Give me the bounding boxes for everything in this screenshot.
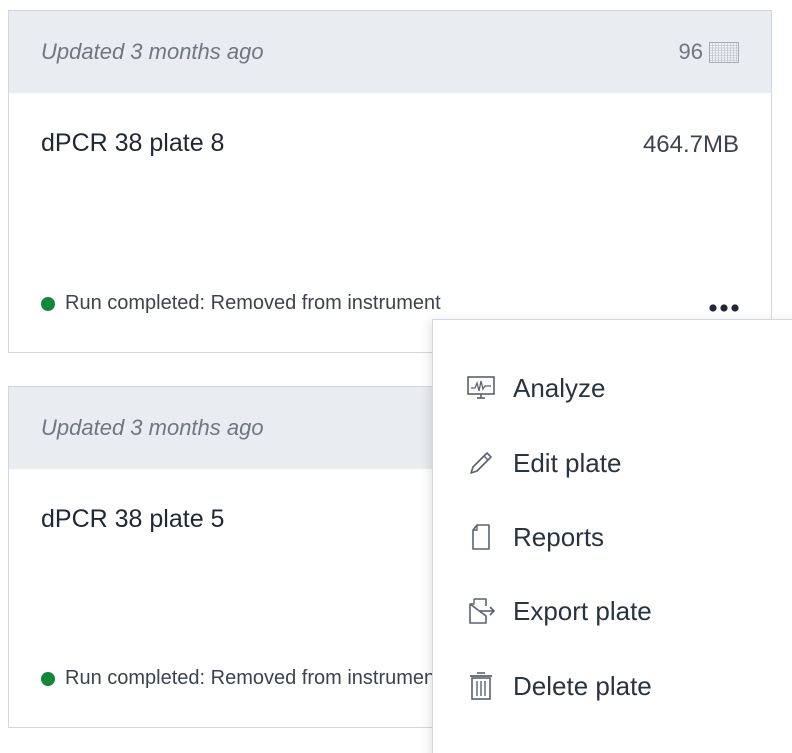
status-dot-icon xyxy=(41,671,55,686)
menu-item-label: Export plate xyxy=(513,595,652,626)
plate-name[interactable]: dPCR 38 plate 8 xyxy=(41,129,224,158)
menu-item-reports[interactable]: Reports xyxy=(465,517,604,557)
menu-item-label: Edit plate xyxy=(513,447,622,478)
updated-label: Updated 3 months ago xyxy=(41,39,264,64)
plate-card[interactable]: Updated 3 months ago 96 dPCR 38 plate 8 … xyxy=(8,10,772,353)
report-icon xyxy=(465,521,497,553)
updated-label: Updated 3 months ago xyxy=(41,415,264,440)
status-text: Run completed: Removed from instrument xyxy=(65,667,441,689)
run-status: Run completed: Removed from instrument xyxy=(41,667,441,690)
well-count-value: 96 xyxy=(678,39,703,64)
plate-context-menu: Analyze Edit plate Reports Export plate … xyxy=(432,319,792,753)
run-status: Run completed: Removed from instrument xyxy=(41,292,441,315)
menu-item-label: Delete plate xyxy=(513,670,652,701)
well-count: 96 xyxy=(679,39,739,65)
menu-item-label: Reports xyxy=(513,521,605,552)
plate-size: 464.7MB xyxy=(642,131,739,158)
more-dots-icon xyxy=(709,304,739,312)
status-text: Run completed: Removed from instrument xyxy=(65,292,441,314)
menu-item-export-plate[interactable]: Export plate xyxy=(465,591,652,631)
trash-icon xyxy=(465,670,497,702)
analyze-icon xyxy=(465,372,497,404)
status-dot-icon xyxy=(41,296,55,311)
menu-item-delete-plate[interactable]: Delete plate xyxy=(465,666,652,706)
more-options-button[interactable] xyxy=(707,298,741,318)
menu-item-analyze[interactable]: Analyze xyxy=(465,368,606,408)
menu-item-label: Analyze xyxy=(513,372,606,403)
plate-grid-icon xyxy=(709,41,739,63)
pencil-icon xyxy=(465,447,497,479)
card-body: dPCR 38 plate 8 464.7MB Run completed: R… xyxy=(9,93,771,352)
menu-item-edit-plate[interactable]: Edit plate xyxy=(465,443,621,483)
card-header: Updated 3 months ago 96 xyxy=(9,11,771,93)
plate-name[interactable]: dPCR 38 plate 5 xyxy=(41,505,224,534)
export-icon xyxy=(465,595,497,627)
